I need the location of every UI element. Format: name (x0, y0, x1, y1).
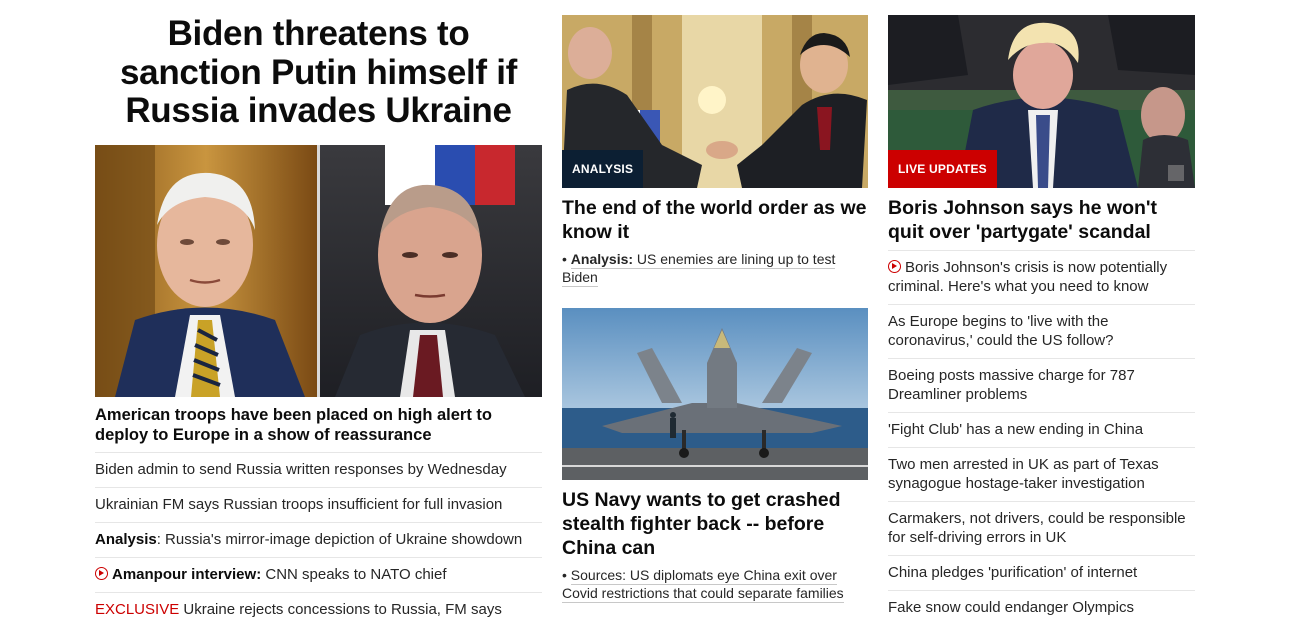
list-item[interactable]: EXCLUSIVE Ukraine rejects concessions to… (95, 591, 542, 627)
play-video-icon (888, 260, 901, 273)
list-item-text: Boris Johnson's crisis is now potentiall… (888, 259, 1168, 295)
list-item-prefix: Amanpour interview: (112, 565, 262, 583)
list-item[interactable]: 'Fight Club' has a new ending in China (888, 412, 1195, 447)
list-item-text: CNN speaks to NATO chief (261, 565, 447, 583)
putin-xi-image[interactable]: ANALYSIS (562, 15, 868, 188)
world-order-related[interactable]: • Analysis: US enemies are lining up to … (562, 250, 868, 287)
list-item-text: Carmakers, not drivers, could be respons… (888, 510, 1186, 546)
list-item[interactable]: China pledges 'purification' of internet (888, 555, 1195, 590)
world-order-headline[interactable]: The end of the world order as we know it (562, 196, 868, 244)
lead-image[interactable] (95, 144, 542, 397)
list-item-text: Fake snow could endanger Olympics (888, 599, 1134, 616)
list-item[interactable]: Ukrainian FM says Russian troops insuffi… (95, 486, 542, 522)
list-item[interactable]: Boeing posts massive charge for 787 Drea… (888, 358, 1195, 412)
list-item-text: Two men arrested in UK as part of Texas … (888, 456, 1159, 492)
headlines-list: Boris Johnson's crisis is now potentiall… (888, 250, 1195, 625)
lead-story-column: Biden threatens to sanction Putin himsel… (95, 0, 542, 627)
list-item[interactable]: Amanpour interview: CNN speaks to NATO c… (95, 556, 542, 592)
list-item-text: Ukraine rejects concessions to Russia, F… (179, 600, 502, 618)
list-item-text: : Russia's mirror-image depiction of Ukr… (156, 530, 523, 548)
related-prefix: Sources: (570, 567, 627, 583)
list-item[interactable]: Biden admin to send Russia written respo… (95, 451, 542, 487)
lead-subheadline[interactable]: American troops have been placed on high… (95, 405, 542, 445)
list-item-text: Biden admin to send Russia written respo… (95, 460, 507, 478)
boris-headline[interactable]: Boris Johnson says he won't quit over 'p… (888, 196, 1195, 244)
list-item[interactable]: Two men arrested in UK as part of Texas … (888, 447, 1195, 501)
related-prefix: Analysis: (570, 251, 634, 267)
list-item[interactable]: As Europe begins to 'live with the coron… (888, 304, 1195, 358)
list-item-text: As Europe begins to 'live with the coron… (888, 313, 1114, 349)
right-column: LIVE UPDATES Boris Johnson says he won't… (888, 0, 1195, 625)
exclusive-label: EXCLUSIVE (95, 600, 180, 618)
lead-headline[interactable]: Biden threatens to sanction Putin himsel… (95, 0, 542, 131)
analysis-badge: ANALYSIS (562, 150, 644, 188)
list-item-text: China pledges 'purification' of internet (888, 564, 1138, 581)
list-item-text: Ukrainian FM says Russian troops insuffi… (95, 495, 503, 513)
boris-johnson-image[interactable]: LIVE UPDATES (888, 15, 1195, 188)
list-item-text: 'Fight Club' has a new ending in China (888, 421, 1144, 438)
list-item-prefix: Analysis (95, 530, 157, 548)
list-item[interactable]: Fake snow could endanger Olympics (888, 590, 1195, 625)
lead-related-list: Biden admin to send Russia written respo… (95, 451, 542, 627)
middle-column: ANALYSIS The end of the world order as w… (562, 0, 868, 603)
list-item[interactable]: Boris Johnson's crisis is now potentiall… (888, 250, 1195, 304)
live-updates-badge: LIVE UPDATES (888, 150, 997, 188)
navy-headline[interactable]: US Navy wants to get crashed stealth fig… (562, 488, 868, 560)
list-item-text: Boeing posts massive charge for 787 Drea… (888, 367, 1135, 403)
f35-image[interactable] (562, 308, 868, 480)
navy-related[interactable]: • Sources: US diplomats eye China exit o… (562, 566, 868, 603)
list-item[interactable]: Carmakers, not drivers, could be respons… (888, 501, 1195, 555)
play-video-icon (95, 566, 108, 580)
list-item[interactable]: Analysis: Russia's mirror-image depictio… (95, 521, 542, 557)
